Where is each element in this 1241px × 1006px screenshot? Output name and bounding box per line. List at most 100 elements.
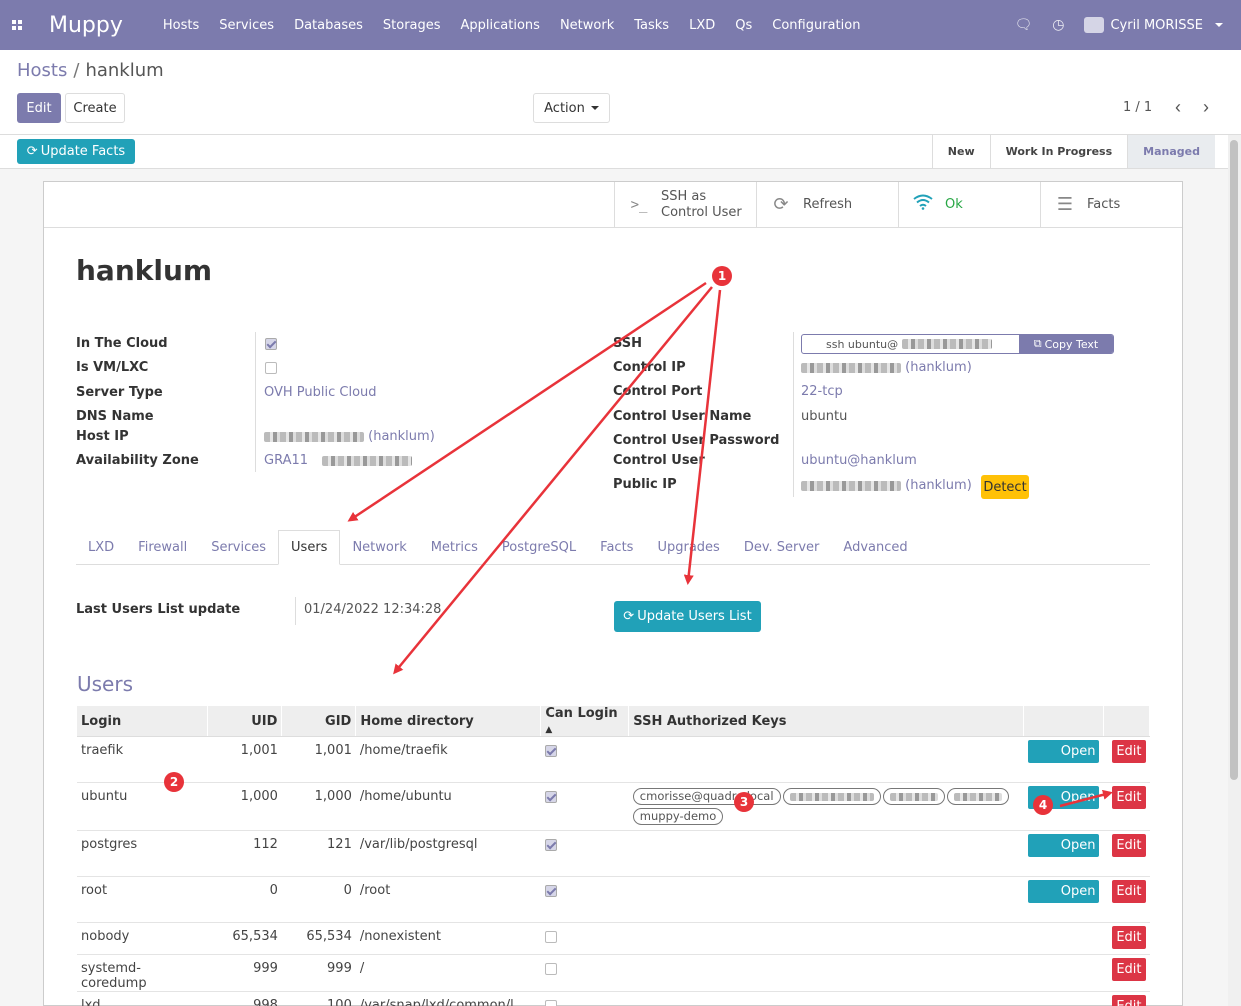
can-login-checkbox[interactable] — [544, 839, 557, 851]
is-vm-checkbox[interactable] — [265, 362, 277, 374]
column-edit — [1103, 706, 1151, 737]
tab-network[interactable]: Network — [340, 530, 418, 565]
edit-row-button[interactable]: Edit — [1112, 926, 1146, 949]
copy-text-button[interactable]: ⧉ Copy Text — [1019, 335, 1113, 353]
stage-managed[interactable]: Managed — [1127, 135, 1215, 168]
tab-dev-server[interactable]: Dev. Server — [732, 530, 832, 565]
availability-zone-value[interactable]: GRA11 — [264, 453, 413, 468]
control-ip-value[interactable]: (hanklum) — [801, 360, 972, 375]
open-ssh-button[interactable]: Open SSH — [1027, 740, 1100, 782]
can-login-checkbox[interactable] — [544, 745, 557, 757]
edit-row-button[interactable]: Edit — [1112, 958, 1146, 981]
column-gid[interactable]: GID — [281, 706, 357, 737]
control-user-value[interactable]: ubuntu@hanklum — [801, 453, 917, 468]
control-port-value[interactable]: 22-tcp — [801, 384, 843, 399]
menu-item-qs[interactable]: Qs — [725, 18, 762, 33]
can-login-checkbox[interactable] — [544, 963, 557, 975]
open-ssh-button[interactable]: Open SSH — [1027, 880, 1100, 922]
cell-open-ssh — [1023, 991, 1104, 1006]
can-login-checkbox[interactable] — [544, 1000, 557, 1006]
menu-item-applications[interactable]: Applications — [451, 18, 550, 33]
action-dropdown[interactable]: Action — [533, 93, 610, 123]
public-ip-value[interactable]: (hanklum) — [801, 478, 972, 493]
server-type-value[interactable]: OVH Public Cloud — [264, 385, 377, 400]
table-row[interactable]: systemd-coredump 999 999/Edit — [77, 954, 1150, 992]
can-login-checkbox[interactable] — [544, 931, 557, 943]
tab-postgresql[interactable]: PostgreSQL — [490, 530, 588, 565]
record-title: hanklum — [76, 254, 213, 287]
stage-work-in-progress[interactable]: Work In Progress — [989, 135, 1128, 168]
refresh-button[interactable]: ⟳ Refresh — [756, 182, 898, 227]
menu-item-configuration[interactable]: Configuration — [762, 18, 870, 33]
user-menu[interactable]: Cyril MORISSE — [1084, 17, 1223, 33]
redacted-zone — [322, 455, 413, 466]
create-button[interactable]: Create — [65, 93, 125, 123]
clock-icon[interactable]: ◷ — [1052, 17, 1064, 33]
table-row[interactable]: nobody 65,534 65,534/nonexistent Edit — [77, 922, 1150, 955]
pager-value[interactable]: 1 / 1 — [1123, 100, 1152, 115]
can-login-checkbox[interactable] — [544, 791, 557, 803]
table-row[interactable]: ubuntu 1,000 1,000/home/ubuntu cmorisse@qua… — [77, 782, 1150, 831]
host-ip-value[interactable]: (hanklum) — [264, 429, 435, 444]
edit-row-button[interactable]: Edit — [1112, 880, 1146, 903]
apps-menu-icon[interactable] — [0, 0, 34, 50]
in-the-cloud-checkbox[interactable] — [265, 338, 277, 350]
stage-new[interactable]: New — [931, 135, 990, 168]
cell-open-ssh — [1023, 954, 1104, 992]
menu-item-hosts[interactable]: Hosts — [153, 18, 209, 33]
column-home-directory[interactable]: Home directory — [355, 706, 542, 737]
status-ok-button[interactable]: Ok — [898, 182, 1040, 227]
tab-lxd[interactable]: LXD — [76, 530, 126, 565]
label-control-user: Control User — [613, 453, 705, 468]
menu-item-tasks[interactable]: Tasks — [624, 18, 679, 33]
open-ssh-button[interactable]: Open SSH — [1027, 834, 1100, 876]
pager-next-icon[interactable]: › — [1203, 97, 1209, 118]
tab-metrics[interactable]: Metrics — [419, 530, 490, 565]
tab-upgrades[interactable]: Upgrades — [645, 530, 731, 565]
breadcrumb-hosts[interactable]: Hosts — [17, 60, 67, 81]
chat-icon[interactable]: 🗨 — [1014, 17, 1032, 33]
column-ssh-authorized-keys[interactable]: SSH Authorized Keys — [628, 706, 1024, 737]
column-uid[interactable]: UID — [207, 706, 283, 737]
table-row[interactable]: root 0 0/root Open SSH Edit — [77, 876, 1150, 923]
column-can-login[interactable]: Can Login ▲ — [540, 706, 630, 737]
tab-users[interactable]: Users — [278, 530, 341, 565]
menu-item-network[interactable]: Network — [550, 18, 624, 33]
ssh-line1: SSH as — [661, 188, 707, 204]
ssh-control-user-button[interactable]: >_ SSH as Control User — [614, 182, 756, 227]
detect-button[interactable]: Detect — [981, 475, 1029, 499]
ssh-key-tag-redacted[interactable] — [946, 788, 1009, 805]
ssh-command-text[interactable]: ssh ubuntu@ — [802, 335, 1019, 353]
ssh-key-tag-redacted[interactable] — [782, 788, 881, 805]
table-row[interactable]: lxd998100/var/snap/lxd/common/l… Edit — [77, 991, 1150, 1006]
brand-name[interactable]: Muppy — [49, 13, 123, 38]
column-login[interactable]: Login — [77, 706, 209, 737]
edit-row-button[interactable]: Edit — [1112, 834, 1146, 857]
update-users-list-button[interactable]: ⟳ Update Users List — [614, 601, 761, 632]
cell-can-login — [540, 954, 629, 992]
facts-button[interactable]: ☰ Facts — [1040, 182, 1182, 227]
table-row[interactable]: postgres 112 121/var/lib/postgresql Open SS… — [77, 830, 1150, 877]
menu-item-databases[interactable]: Databases — [284, 18, 373, 33]
scrollbar-thumb[interactable] — [1230, 140, 1238, 780]
pager-previous-icon[interactable]: ‹ — [1175, 97, 1181, 118]
divider — [44, 227, 1182, 228]
edit-button[interactable]: Edit — [17, 93, 61, 123]
cell-open-ssh: Open SSH — [1023, 876, 1104, 923]
edit-row-button[interactable]: Edit — [1112, 786, 1146, 809]
menu-item-storages[interactable]: Storages — [373, 18, 451, 33]
menu-item-services[interactable]: Services — [209, 18, 284, 33]
can-login-checkbox[interactable] — [544, 885, 557, 897]
tab-advanced[interactable]: Advanced — [831, 530, 919, 565]
update-facts-button[interactable]: ⟳ Update Facts — [17, 139, 135, 164]
edit-row-button[interactable]: Edit — [1112, 740, 1146, 763]
tab-firewall[interactable]: Firewall — [126, 530, 199, 565]
edit-row-button[interactable]: Edit — [1112, 995, 1146, 1006]
ssh-key-tag-redacted[interactable] — [882, 788, 945, 805]
ssh-key-tag[interactable]: cmorisse@quadro.local — [632, 788, 781, 805]
tab-services[interactable]: Services — [199, 530, 278, 565]
ssh-key-tag[interactable]: muppy-demo — [632, 808, 724, 825]
tab-facts[interactable]: Facts — [588, 530, 645, 565]
table-row[interactable]: traefik 1,001 1,001/home/traefik Open SSH Ed… — [77, 736, 1150, 783]
menu-item-lxd[interactable]: LXD — [679, 18, 725, 33]
